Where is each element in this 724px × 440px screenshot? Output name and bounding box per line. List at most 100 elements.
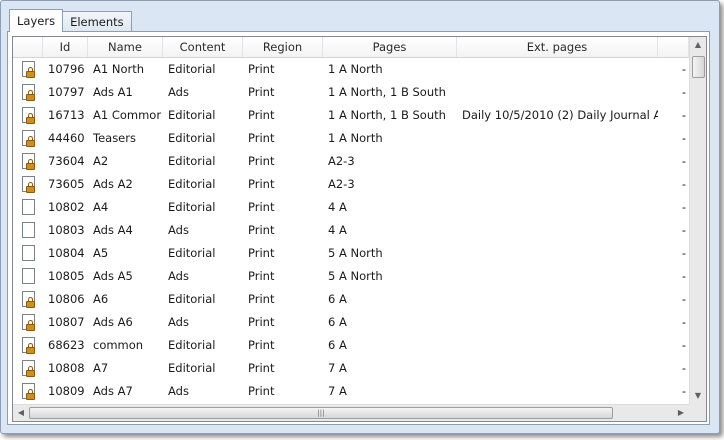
vertical-scroll-thumb[interactable] <box>692 56 705 78</box>
table-row[interactable]: 10802 A4 Editorial Print 4 A - <box>13 196 689 219</box>
lock-icon <box>26 158 35 170</box>
column-header-pages[interactable]: Pages <box>323 37 457 57</box>
cell-region: Print <box>248 384 275 398</box>
cell-name: A7 <box>93 361 109 375</box>
grip-icon: ||| <box>317 409 325 417</box>
cell-extra: - <box>681 292 686 306</box>
lock-icon <box>26 135 35 147</box>
table-row[interactable]: 10809 Ads A7 Ads Print 7 A - <box>13 380 689 403</box>
locked-document-icon <box>22 83 35 101</box>
locked-document-icon <box>22 313 35 331</box>
cell-ext-pages <box>457 288 658 311</box>
cell-pages: 1 A North, 1 B South <box>328 108 446 122</box>
column-header-region[interactable]: Region <box>243 37 323 57</box>
cell-content: Editorial <box>168 246 216 260</box>
table-row[interactable]: 10803 Ads A4 Ads Print 4 A - <box>13 219 689 242</box>
cell-id: 10802 <box>48 200 85 214</box>
table-row[interactable]: 10804 A5 Editorial Print 5 A North - <box>13 242 689 265</box>
cell-region: Print <box>248 85 275 99</box>
cell-extra: - <box>681 62 686 76</box>
table-row[interactable]: 10806 A6 Editorial Print 6 A - <box>13 288 689 311</box>
cell-extra: - <box>681 315 686 329</box>
horizontal-scroll-thumb[interactable]: ||| <box>29 407 613 419</box>
locked-document-icon <box>22 336 35 354</box>
cell-pages: 4 A <box>328 223 347 237</box>
column-header-id[interactable]: Id <box>43 37 88 57</box>
cell-ext-pages <box>457 265 658 288</box>
cell-id: 10806 <box>48 292 85 306</box>
cell-name: Ads A7 <box>93 384 133 398</box>
horizontal-scrollbar[interactable]: ◀ ||| ▶ <box>13 404 689 421</box>
cell-ext-pages <box>457 242 658 265</box>
column-header-name[interactable]: Name <box>88 37 163 57</box>
locked-document-icon <box>22 175 35 193</box>
tab-layers[interactable]: Layers <box>9 9 64 32</box>
cell-id: 73604 <box>48 154 85 168</box>
vertical-scrollbar[interactable]: ▲ ▼ <box>689 37 706 404</box>
cell-status <box>13 173 43 196</box>
layers-window: Layers Elements Id Name Content Region P… <box>0 0 720 434</box>
column-header-icon[interactable] <box>13 37 43 57</box>
column-header-extra[interactable] <box>658 37 689 57</box>
cell-id: 10803 <box>48 223 85 237</box>
cell-pages: 6 A <box>328 315 347 329</box>
lock-icon <box>26 296 35 308</box>
cell-status <box>13 58 43 81</box>
cell-ext-pages <box>457 58 658 81</box>
table-row[interactable]: 10807 Ads A6 Ads Print 6 A - <box>13 311 689 334</box>
cell-name: A2 <box>93 154 109 168</box>
cell-pages: 4 A <box>328 200 347 214</box>
cell-region: Print <box>248 292 275 306</box>
lock-icon <box>26 388 35 400</box>
cell-status <box>13 127 43 150</box>
table-row[interactable]: 73605 Ads A2 Editorial Print A2-3 - <box>13 173 689 196</box>
tab-elements[interactable]: Elements <box>62 11 132 32</box>
cell-content: Ads <box>168 223 189 237</box>
locked-document-icon <box>22 290 35 308</box>
scroll-right-icon[interactable]: ▶ <box>673 405 689 421</box>
table-row[interactable]: 44460 Teasers Editorial Print 1 A North - <box>13 127 689 150</box>
cell-pages: 6 A <box>328 338 347 352</box>
table-row[interactable]: 73604 A2 Editorial Print A2-3 - <box>13 150 689 173</box>
cell-id: 16713 <box>48 108 85 122</box>
cell-content: Editorial <box>168 108 216 122</box>
cell-ext-pages <box>457 311 658 334</box>
scroll-down-icon[interactable]: ▼ <box>690 388 706 404</box>
cell-extra: - <box>681 246 686 260</box>
cell-ext-pages <box>457 196 658 219</box>
column-header-ext-pages[interactable]: Ext. pages <box>457 37 658 57</box>
locked-document-icon <box>22 129 35 147</box>
cell-name: A5 <box>93 246 109 260</box>
scroll-left-icon[interactable]: ◀ <box>13 405 29 421</box>
cell-status <box>13 150 43 173</box>
document-icon <box>22 267 35 284</box>
scroll-up-icon[interactable]: ▲ <box>690 37 706 53</box>
scrollbar-corner <box>689 404 706 421</box>
cell-pages: 5 A North <box>328 269 383 283</box>
cell-content: Editorial <box>168 338 216 352</box>
table-row[interactable]: 16713 A1 Commor Editorial Print 1 A North, 1… <box>13 104 689 127</box>
cell-content: Ads <box>168 384 189 398</box>
cell-extra: - <box>681 85 686 99</box>
table-row[interactable]: 68623 common Editorial Print 6 A - <box>13 334 689 357</box>
document-icon <box>22 221 35 238</box>
table-row[interactable]: 10808 A7 Editorial Print 7 A - <box>13 357 689 380</box>
cell-pages: 6 A <box>328 292 347 306</box>
table-row[interactable]: 10797 Ads A1 Ads Print 1 A North, 1 B South - <box>13 81 689 104</box>
table-row[interactable]: 10796 A1 North Editorial Print 1 A North - <box>13 58 689 81</box>
cell-pages: 7 A <box>328 361 347 375</box>
table-row[interactable]: 10805 Ads A5 Ads Print 5 A North - <box>13 265 689 288</box>
cell-status <box>13 265 43 288</box>
grid-rows: 10796 A1 North Editorial Print 1 A North -107… <box>13 58 689 403</box>
locked-document-icon <box>22 382 35 400</box>
cell-id: 68623 <box>48 338 85 352</box>
column-header-content[interactable]: Content <box>163 37 243 57</box>
cell-status <box>13 104 43 127</box>
cell-pages: A2-3 <box>328 154 355 168</box>
cell-pages: A2-3 <box>328 177 355 191</box>
cell-region: Print <box>248 315 275 329</box>
cell-pages: 1 A North, 1 B South <box>328 85 446 99</box>
lock-icon <box>26 319 35 331</box>
cell-ext-pages <box>457 81 658 104</box>
cell-extra: - <box>681 154 686 168</box>
